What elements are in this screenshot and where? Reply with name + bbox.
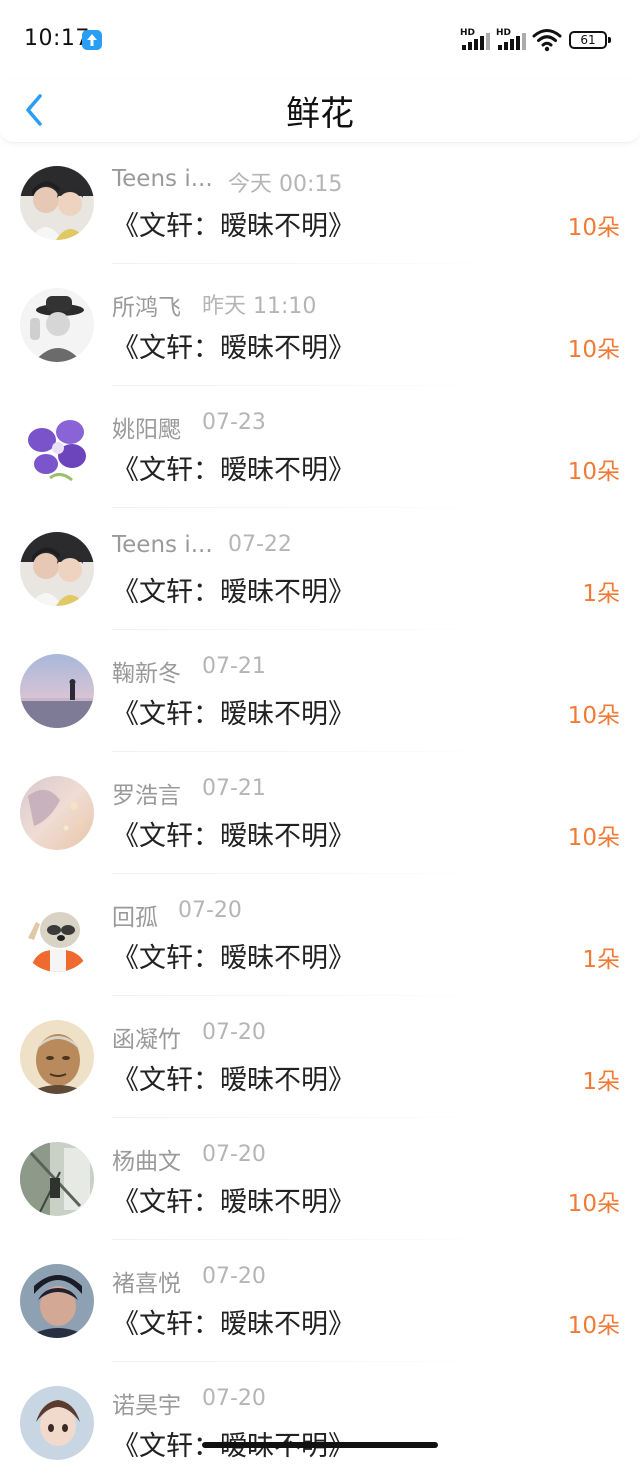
list-item[interactable]: 函凝竹 07-20 《文轩：暧昧不明》 1朵 <box>0 996 640 1118</box>
send-date: 07-22 <box>228 532 292 557</box>
upload-icon <box>82 30 102 50</box>
avatar[interactable] <box>20 1020 94 1094</box>
status-time: 10:17 <box>24 26 90 51</box>
send-date: 07-21 <box>202 776 266 801</box>
cellular-signal-icon-2: HD <box>496 28 526 50</box>
avatar[interactable] <box>20 166 94 240</box>
flower-count: 10朵 <box>567 1191 620 1217</box>
book-title: 《文轩：暧昧不明》 <box>112 211 355 242</box>
book-title: 《文轩：暧昧不明》 <box>112 699 355 730</box>
avatar[interactable] <box>20 1386 94 1460</box>
send-date: 今天 00:15 <box>228 172 343 197</box>
list-item[interactable]: Teens i... 今天 00:15 《文轩：暧昧不明》 10朵 <box>0 142 640 264</box>
list-item[interactable]: 姚阳颸 07-23 《文轩：暧昧不明》 10朵 <box>0 386 640 508</box>
cellular-signal-icon: HD <box>460 28 490 50</box>
avatar[interactable] <box>20 654 94 728</box>
send-date: 07-20 <box>202 1142 266 1167</box>
wifi-icon <box>532 29 562 52</box>
sender-name: 鞠新冬 <box>112 661 181 687</box>
book-title: 《文轩：暧昧不明》 <box>112 455 355 486</box>
page-title: 鲜花 <box>286 94 354 134</box>
send-date: 07-20 <box>178 898 242 923</box>
list-item[interactable]: 诺昊宇 07-20 《文轩：暧昧不明》 <box>0 1362 640 1484</box>
book-title: 《文轩：暧昧不明》 <box>112 1187 355 1218</box>
flower-count: 1朵 <box>582 1069 620 1095</box>
flower-count: 10朵 <box>567 1313 620 1339</box>
book-title: 《文轩：暧昧不明》 <box>112 333 355 364</box>
send-date: 07-21 <box>202 654 266 679</box>
flower-count: 10朵 <box>567 825 620 851</box>
home-indicator[interactable] <box>202 1442 438 1448</box>
book-title: 《文轩：暧昧不明》 <box>112 943 355 974</box>
book-title: 《文轩：暧昧不明》 <box>112 577 355 608</box>
flower-count: 1朵 <box>582 947 620 973</box>
status-bar: 10:17 HD HD 61 <box>0 0 640 80</box>
sender-name: Teens i... <box>112 532 213 558</box>
send-date: 07-20 <box>202 1264 266 1289</box>
send-date: 昨天 11:10 <box>202 294 317 319</box>
avatar[interactable] <box>20 776 94 850</box>
send-date: 07-20 <box>202 1020 266 1045</box>
list-item[interactable]: 鞠新冬 07-21 《文轩：暧昧不明》 10朵 <box>0 630 640 752</box>
sender-name: 诺昊宇 <box>112 1393 181 1419</box>
book-title: 《文轩：暧昧不明》 <box>112 1309 355 1340</box>
list-item[interactable]: 杨曲文 07-20 《文轩：暧昧不明》 10朵 <box>0 1118 640 1240</box>
send-date: 07-20 <box>202 1386 266 1411</box>
flower-count: 1朵 <box>582 581 620 607</box>
send-date: 07-23 <box>202 410 266 435</box>
flower-gift-list: Teens i... 今天 00:15 《文轩：暧昧不明》 10朵 所鸿飞 昨天… <box>0 142 640 1484</box>
list-item[interactable]: 回孤 07-20 《文轩：暧昧不明》 1朵 <box>0 874 640 996</box>
flower-count: 10朵 <box>567 215 620 241</box>
flower-count: 10朵 <box>567 703 620 729</box>
sender-name: 姚阳颸 <box>112 417 181 443</box>
sender-name: 所鸿飞 <box>112 295 181 321</box>
avatar[interactable] <box>20 1264 94 1338</box>
sender-name: Teens i... <box>112 166 213 192</box>
avatar[interactable] <box>20 410 94 484</box>
header-bar: 鲜花 <box>0 80 640 143</box>
battery-indicator: 61 <box>569 31 611 49</box>
list-item[interactable]: 罗浩言 07-21 《文轩：暧昧不明》 10朵 <box>0 752 640 874</box>
list-item[interactable]: 褚喜悦 07-20 《文轩：暧昧不明》 10朵 <box>0 1240 640 1362</box>
avatar[interactable] <box>20 1142 94 1216</box>
book-title: 《文轩：暧昧不明》 <box>112 821 355 852</box>
book-title: 《文轩：暧昧不明》 <box>112 1065 355 1096</box>
flower-count: 10朵 <box>567 337 620 363</box>
sender-name: 杨曲文 <box>112 1149 181 1175</box>
sender-name: 罗浩言 <box>112 783 181 809</box>
sender-name: 褚喜悦 <box>112 1271 181 1297</box>
list-item[interactable]: 所鸿飞 昨天 11:10 《文轩：暧昧不明》 10朵 <box>0 264 640 386</box>
avatar[interactable] <box>20 288 94 362</box>
avatar[interactable] <box>20 898 94 972</box>
flower-count: 10朵 <box>567 459 620 485</box>
list-item[interactable]: Teens i... 07-22 《文轩：暧昧不明》 1朵 <box>0 508 640 630</box>
avatar[interactable] <box>20 532 94 606</box>
sender-name: 回孤 <box>112 905 158 931</box>
sender-name: 函凝竹 <box>112 1027 181 1053</box>
